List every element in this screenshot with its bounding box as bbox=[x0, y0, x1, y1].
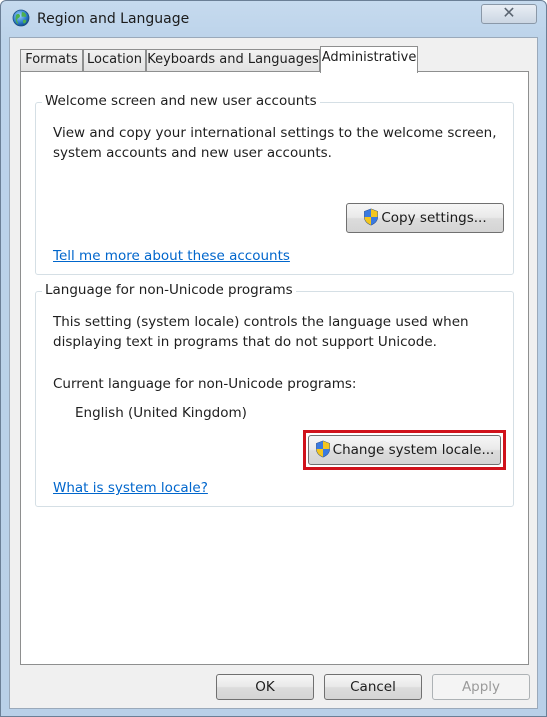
apply-label: Apply bbox=[461, 679, 501, 695]
welcome-group-title: Welcome screen and new user accounts bbox=[42, 93, 320, 109]
tell-me-more-link[interactable]: Tell me more about these accounts bbox=[53, 248, 290, 264]
what-is-system-locale-link[interactable]: What is system locale? bbox=[53, 480, 208, 496]
change-system-locale-button[interactable]: Change system locale... bbox=[308, 435, 501, 465]
tab-keyboards-and-languages[interactable]: Keyboards and Languages bbox=[146, 49, 320, 71]
administrative-tab-page: Welcome screen and new user accounts Vie… bbox=[20, 71, 529, 665]
window-title: Region and Language bbox=[37, 11, 190, 27]
tab-label: Keyboards and Languages bbox=[147, 52, 319, 67]
non-unicode-group: Language for non-Unicode programs This s… bbox=[35, 282, 514, 507]
cancel-button[interactable]: Cancel bbox=[324, 674, 422, 700]
globe-icon bbox=[12, 9, 30, 27]
dialog-body: Formats Location Keyboards and Languages… bbox=[9, 37, 538, 709]
welcome-screen-group: Welcome screen and new user accounts Vie… bbox=[35, 93, 514, 275]
current-language-label: Current language for non-Unicode program… bbox=[53, 376, 357, 392]
ok-label: OK bbox=[255, 679, 275, 695]
tab-label: Formats bbox=[25, 52, 78, 67]
copy-settings-label: Copy settings... bbox=[381, 210, 487, 226]
current-language-value: English (United Kingdom) bbox=[75, 405, 247, 421]
tab-label: Location bbox=[87, 52, 142, 67]
region-language-dialog: Region and Language ✕ Formats Location K… bbox=[0, 0, 547, 717]
tab-administrative[interactable]: Administrative bbox=[320, 46, 418, 73]
uac-shield-icon bbox=[315, 440, 330, 458]
welcome-description-line2: system accounts and new user accounts. bbox=[53, 145, 332, 161]
apply-button[interactable]: Apply bbox=[432, 674, 530, 700]
non-unicode-group-title: Language for non-Unicode programs bbox=[42, 282, 296, 298]
tab-label: Administrative bbox=[321, 50, 417, 65]
title-bar[interactable]: Region and Language ✕ bbox=[1, 1, 546, 39]
welcome-description-line1: View and copy your international setting… bbox=[53, 125, 497, 141]
change-system-locale-label: Change system locale... bbox=[332, 442, 495, 458]
non-unicode-description-line1: This setting (system locale) controls th… bbox=[53, 314, 469, 330]
non-unicode-description-line2: displaying text in programs that do not … bbox=[53, 334, 437, 350]
close-button[interactable]: ✕ bbox=[481, 4, 537, 24]
ok-button[interactable]: OK bbox=[216, 674, 314, 700]
copy-settings-button[interactable]: Copy settings... bbox=[346, 203, 504, 233]
cancel-label: Cancel bbox=[350, 679, 396, 695]
uac-shield-icon bbox=[364, 208, 379, 226]
close-icon: ✕ bbox=[502, 3, 516, 22]
tab-formats[interactable]: Formats bbox=[20, 49, 83, 71]
tab-location[interactable]: Location bbox=[83, 49, 146, 71]
